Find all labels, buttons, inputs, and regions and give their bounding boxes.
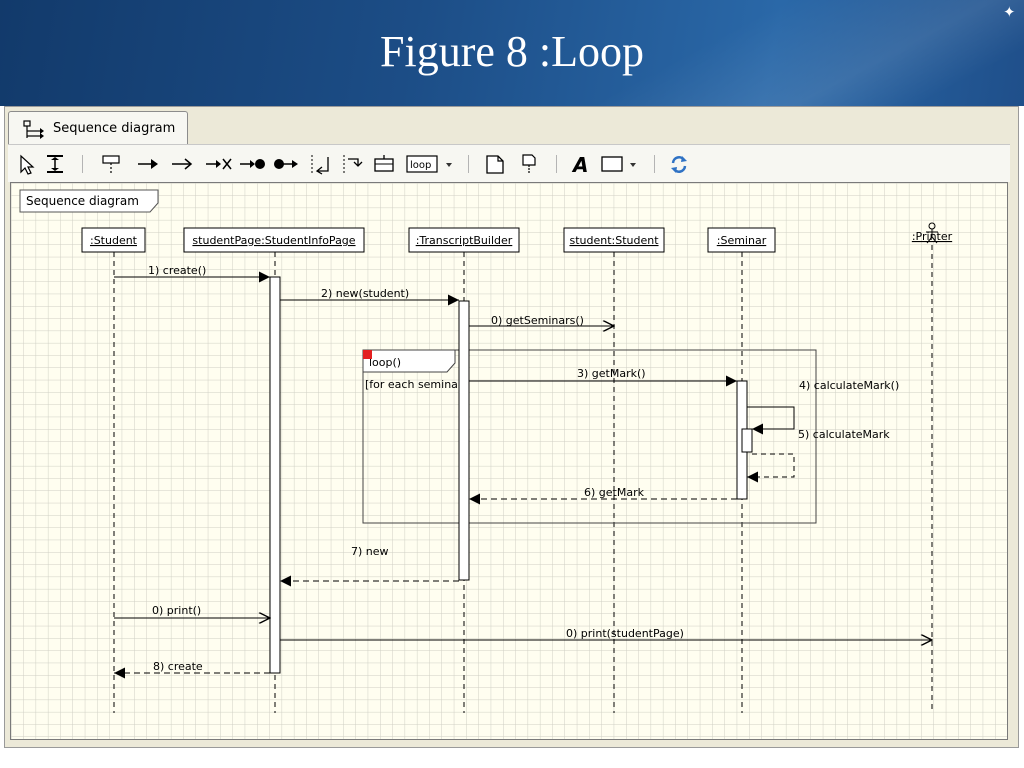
lifeline-label: :Student	[90, 234, 138, 247]
lifeline-label: student:Student	[569, 234, 659, 247]
message-label: 1) create()	[148, 264, 206, 277]
activation-bar-transcript-builder	[458, 300, 470, 581]
message-label: 7) new	[351, 545, 389, 558]
dropdown-arrow-icon	[446, 163, 452, 167]
select-pointer-icon[interactable]	[18, 153, 36, 175]
async-message-icon[interactable]	[170, 153, 194, 175]
message-label: 0) getSeminars()	[491, 314, 584, 327]
message-label: 5) calculateMark	[798, 428, 890, 441]
lifeline-label: :Seminar	[717, 234, 767, 247]
refresh-icon[interactable]	[668, 153, 690, 175]
reply-message-icon[interactable]	[340, 153, 364, 175]
shape-style-button[interactable]	[600, 153, 646, 175]
frame-label: Sequence diagram	[26, 194, 139, 208]
tab-label: Sequence diagram	[53, 121, 176, 136]
sequence-diagram: Sequence diagram :Student studentPage:St…	[11, 183, 1007, 739]
lifeline-label: :Printer	[912, 230, 953, 243]
toolbar-separator	[654, 155, 655, 173]
error-marker-icon	[363, 350, 372, 359]
tab-sequence-diagram[interactable]: Sequence diagram	[8, 111, 188, 145]
sync-message-icon[interactable]	[136, 153, 160, 175]
slide-header: Figure 8 :Loop	[0, 0, 1024, 106]
lifeline-label: :TranscriptBuilder	[416, 234, 513, 247]
diagram-toolbar: loop A	[8, 144, 1010, 182]
destroy-message-icon[interactable]	[204, 153, 232, 175]
message-label: 4) calculateMark()	[799, 379, 899, 392]
toolbar-separator	[82, 155, 83, 173]
loop-button-label: loop	[410, 160, 431, 171]
message-label: 6) getMark	[584, 486, 645, 499]
sparkle-icon: ✦	[1003, 3, 1016, 21]
lifeline-icon[interactable]	[100, 153, 122, 175]
message-label: 0) print(studentPage)	[566, 627, 684, 640]
text-format-icon[interactable]: A	[570, 153, 592, 175]
message-label: 8) create	[153, 660, 203, 673]
lost-message-icon[interactable]	[238, 153, 266, 175]
slide-title: Figure 8 :Loop	[380, 27, 644, 76]
svg-text:A: A	[571, 153, 588, 175]
toolbar-separator	[468, 155, 469, 173]
sequence-diagram-icon	[23, 120, 44, 139]
dropdown-arrow-icon	[630, 163, 636, 167]
activation-bar-seminar-nested	[741, 428, 753, 453]
combined-fragment-icon[interactable]	[372, 153, 396, 175]
message-label: 0) print()	[152, 604, 201, 617]
loop-guard: [for each seminar]	[365, 378, 467, 391]
message-to-self-icon[interactable]	[308, 153, 332, 175]
message-label: 2) new(student)	[321, 287, 409, 300]
activation-bar-student-page	[269, 276, 281, 674]
toolbar-separator	[556, 155, 557, 173]
anchor-note-icon[interactable]	[518, 153, 540, 175]
found-message-icon[interactable]	[272, 153, 300, 175]
note-icon[interactable]	[484, 153, 506, 175]
diagram-canvas[interactable]: Sequence diagram :Student studentPage:St…	[10, 182, 1008, 740]
loop-fragment-button[interactable]: loop	[406, 153, 458, 175]
lifeline-label: studentPage:StudentInfoPage	[192, 234, 355, 247]
message-label: 3) getMark()	[577, 367, 646, 380]
vertical-space-icon[interactable]	[44, 153, 66, 175]
fragment-label: loop()	[369, 356, 401, 369]
